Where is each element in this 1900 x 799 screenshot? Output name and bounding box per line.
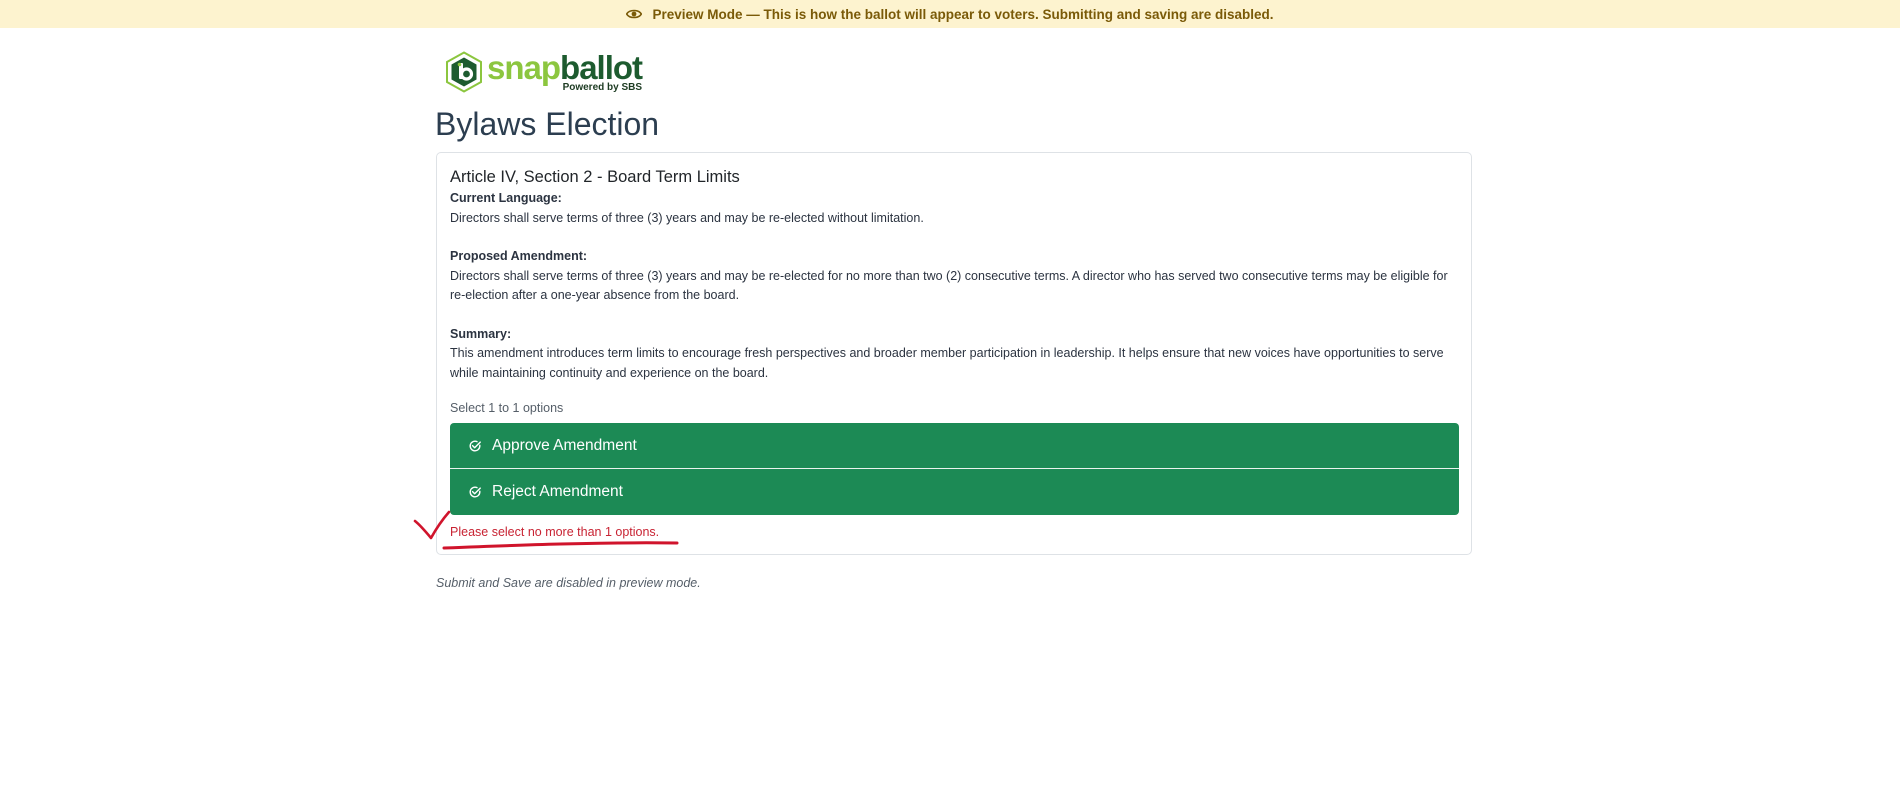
option-label: Reject Amendment [492, 483, 623, 500]
check-circle-icon [469, 439, 481, 451]
select-count-hint: Select 1 to 1 options [450, 401, 564, 415]
logo-word-ballot: ballot [560, 48, 643, 86]
preview-mode-banner: Preview Mode — This is how the ballot wi… [0, 0, 1900, 28]
eye-icon [626, 9, 643, 19]
option-label: Approve Amendment [492, 436, 637, 454]
current-language-text: Directors shall serve terms of three (3)… [450, 210, 924, 225]
ballot-question-card: Article IV, Section 2 - Board Term Limit… [436, 152, 1472, 555]
snapballot-logo: snapballot Powered by SBS [445, 48, 643, 96]
question-title: Article IV, Section 2 - Board Term Limit… [450, 168, 740, 186]
options-list: Approve Amendment Reject Amendment [450, 423, 1459, 515]
option-reject-amendment[interactable]: Reject Amendment [450, 469, 1459, 515]
logo-powered-by: Powered by SBS [562, 81, 643, 93]
summary-label: Summary: [450, 326, 512, 341]
validation-error: Please select no more than 1 options. [450, 525, 660, 539]
preview-banner-text: Preview Mode — This is how the ballot wi… [652, 6, 1274, 22]
page-title: Bylaws Election [435, 106, 660, 142]
option-approve-amendment[interactable]: Approve Amendment [450, 423, 1459, 469]
check-circle-icon [469, 486, 481, 498]
question-description: Current Language: Directors shall serve … [450, 189, 1460, 383]
preview-footer-note: Submit and Save are disabled in preview … [436, 576, 701, 590]
snapballot-hex-logo-icon [446, 51, 482, 93]
proposed-amendment-text: Directors shall serve terms of three (3)… [450, 268, 1448, 303]
proposed-amendment-label: Proposed Amendment: [450, 249, 588, 263]
summary-text: This amendment introduces term limits to… [450, 346, 1444, 380]
logo-word-snap: snap [487, 48, 561, 86]
current-language-label: Current Language: [450, 191, 562, 205]
